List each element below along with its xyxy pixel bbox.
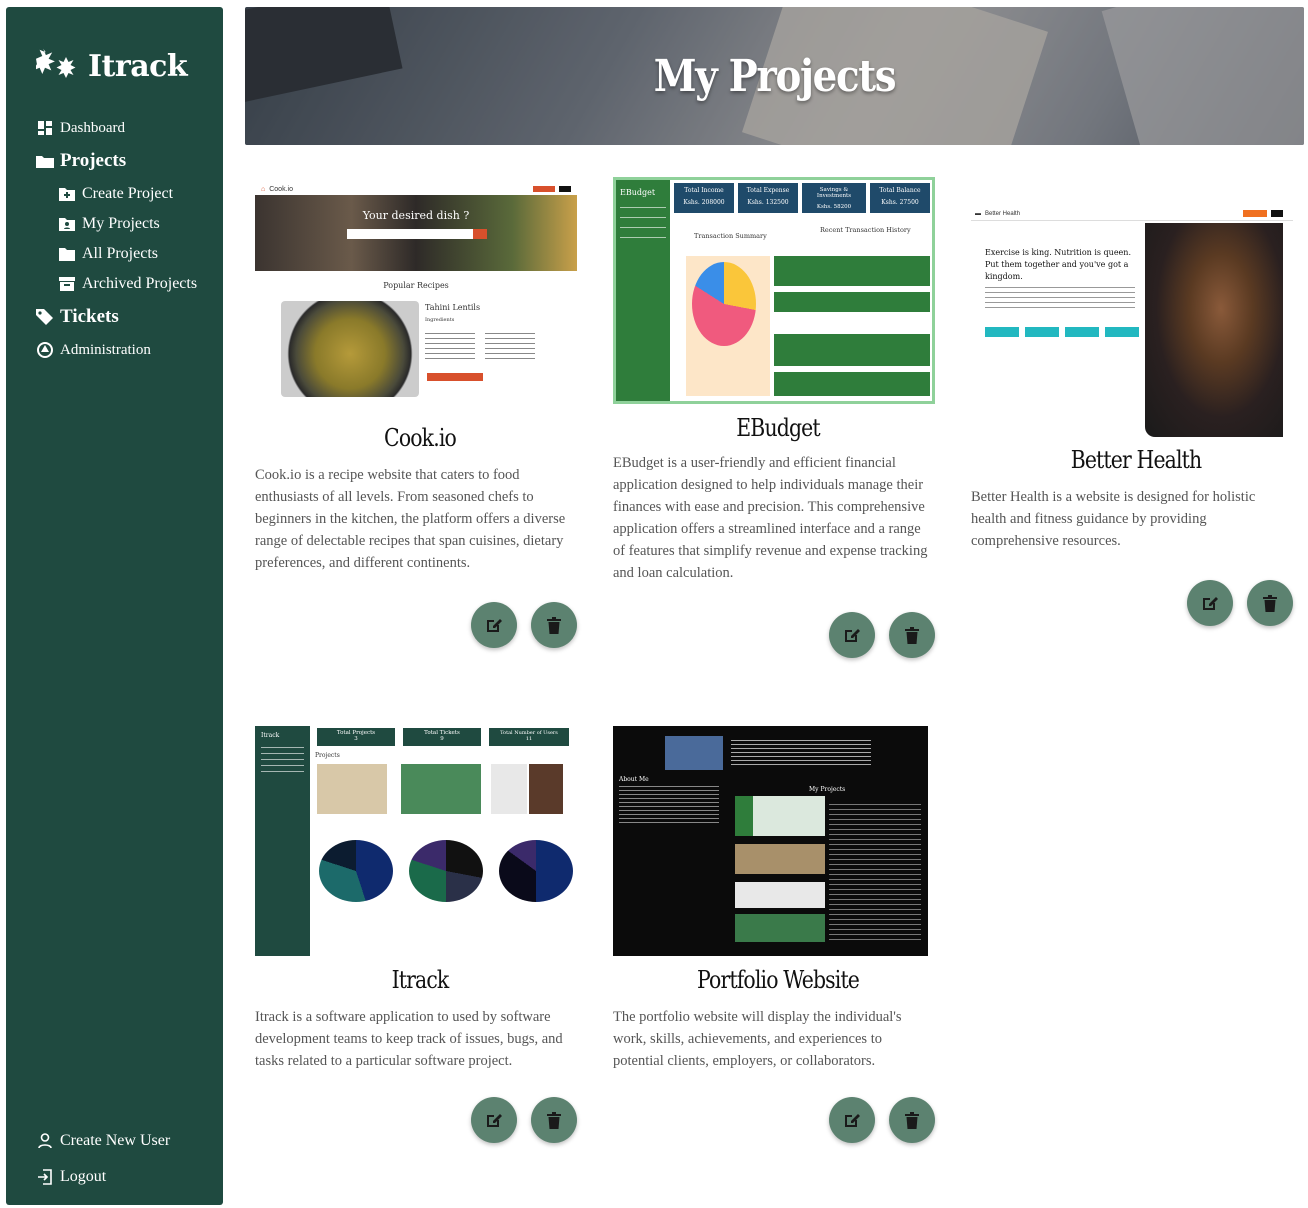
logout-icon — [36, 1169, 54, 1185]
edit-icon — [845, 629, 860, 642]
edit-button[interactable] — [471, 602, 517, 648]
sidebar-item-my-projects[interactable]: My Projects — [36, 209, 221, 239]
tags-icon — [36, 309, 54, 325]
sidebar-item-logout[interactable]: Logout — [36, 1159, 170, 1195]
project-description: Cook.io is a recipe website that caters … — [255, 467, 566, 571]
project-description: Itrack is a software application to used… — [255, 1009, 563, 1069]
project-actions — [1187, 580, 1293, 626]
sidebar-nav: Dashboard Projects Create Project My Pro… — [36, 113, 221, 365]
sidebar-item-projects[interactable]: Projects — [36, 143, 221, 179]
delete-button[interactable] — [531, 1097, 577, 1143]
ebudget-pie — [692, 262, 756, 346]
sidebar-item-archived-projects[interactable]: Archived Projects — [36, 269, 221, 299]
trash-icon — [547, 1111, 561, 1129]
project-actions — [471, 1097, 577, 1143]
trash-icon — [905, 1111, 919, 1129]
app-name: Itrack — [88, 48, 188, 84]
cook-logo-icon: ⌂ — [261, 185, 266, 193]
project-screenshot[interactable]: EBudget Total Income Kshs. 208000 Total E… — [613, 177, 935, 404]
dumbbell-icon: ▬ — [975, 210, 981, 217]
project-screenshot[interactable]: Itrack Total Projects 3 Total Tickets 9 To… — [255, 726, 577, 956]
sidebar-item-administration[interactable]: Administration — [36, 335, 221, 365]
project-description: The portfolio website will display the i… — [613, 1009, 902, 1069]
sidebar-item-label: Projects — [60, 150, 127, 171]
edit-button[interactable] — [1187, 580, 1233, 626]
edit-button[interactable] — [829, 612, 875, 658]
project-card-portfolio: About Me My Projects Portfolio Website T… — [613, 726, 943, 1072]
sidebar-item-label: Administration — [60, 341, 151, 358]
trash-icon — [905, 626, 919, 644]
user-icon — [36, 1133, 54, 1149]
project-description: Better Health is a website is designed f… — [971, 489, 1256, 549]
project-card-ebudget: EBudget Total Income Kshs. 208000 Total E… — [613, 177, 943, 584]
sidebar-item-label: Logout — [60, 1168, 107, 1185]
project-screenshot[interactable]: About Me My Projects — [613, 726, 928, 956]
admin-icon — [36, 342, 54, 358]
sidebar-item-create-new-user[interactable]: Create New User — [36, 1123, 170, 1159]
archive-icon — [58, 277, 76, 291]
edit-icon — [487, 619, 502, 632]
project-title: Itrack — [391, 966, 450, 994]
project-title: EBudget — [736, 414, 820, 442]
project-title: Better Health — [1070, 446, 1202, 474]
sidebar-item-label: All Projects — [82, 245, 158, 262]
folder-plus-icon — [58, 187, 76, 201]
project-card-cookio: ⌂ Cook.io Your desired dish ? Popular Re… — [255, 183, 585, 574]
project-screenshot[interactable]: ▬ Better Health Exercise is king. Nutrit… — [971, 207, 1293, 438]
delete-button[interactable] — [531, 602, 577, 648]
project-actions — [829, 612, 935, 658]
delete-button[interactable] — [889, 612, 935, 658]
dashboard-icon — [36, 121, 54, 135]
sidebar: Itrack Dashboard Projects Create Project… — [6, 7, 223, 1205]
trash-icon — [547, 616, 561, 634]
sidebar-item-label: Archived Projects — [82, 275, 198, 292]
recipe-image — [281, 301, 419, 397]
folder-icon — [58, 247, 76, 261]
sidebar-item-label: Create New User — [60, 1132, 171, 1149]
sidebar-item-label: Create Project — [82, 185, 174, 202]
page-banner: My Projects — [245, 7, 1304, 145]
project-card-itrack: Itrack Total Projects 3 Total Tickets 9 To… — [255, 726, 585, 1072]
sidebar-item-label: Dashboard — [60, 119, 125, 136]
type-pie — [499, 840, 573, 902]
delete-button[interactable] — [1247, 580, 1293, 626]
page-title: My Projects — [653, 51, 897, 102]
sidebar-item-tickets[interactable]: Tickets — [36, 299, 221, 335]
project-description: EBudget is a user-friendly and efficient… — [613, 455, 928, 581]
sidebar-item-all-projects[interactable]: All Projects — [36, 239, 221, 269]
edit-icon — [845, 1114, 860, 1127]
sidebar-item-dashboard[interactable]: Dashboard — [36, 113, 221, 143]
sidebar-item-label: Tickets — [60, 306, 119, 327]
status-pie — [319, 840, 393, 902]
profile-photo — [665, 736, 723, 770]
sidebar-bottom: Create New User Logout — [36, 1123, 170, 1195]
project-actions — [471, 602, 577, 648]
folder-open-icon — [36, 154, 54, 168]
app-logo[interactable]: Itrack — [33, 47, 188, 85]
edit-button[interactable] — [829, 1097, 875, 1143]
delete-button[interactable] — [889, 1097, 935, 1143]
project-title: Cook.io — [384, 424, 457, 452]
project-card-better-health: ▬ Better Health Exercise is king. Nutrit… — [971, 207, 1301, 552]
edit-icon — [1203, 597, 1218, 610]
logo-icon — [33, 47, 82, 85]
folder-user-icon — [58, 217, 76, 231]
trash-icon — [1263, 594, 1277, 612]
sidebar-item-label: My Projects — [82, 215, 160, 232]
priority-pie — [409, 840, 483, 902]
project-title: Portfolio Website — [696, 966, 860, 994]
edit-icon — [487, 1114, 502, 1127]
project-screenshot[interactable]: ⌂ Cook.io Your desired dish ? Popular Re… — [255, 183, 577, 398]
sidebar-item-create-project[interactable]: Create Project — [36, 179, 221, 209]
athlete-image — [1145, 223, 1283, 437]
project-actions — [829, 1097, 935, 1143]
edit-button[interactable] — [471, 1097, 517, 1143]
